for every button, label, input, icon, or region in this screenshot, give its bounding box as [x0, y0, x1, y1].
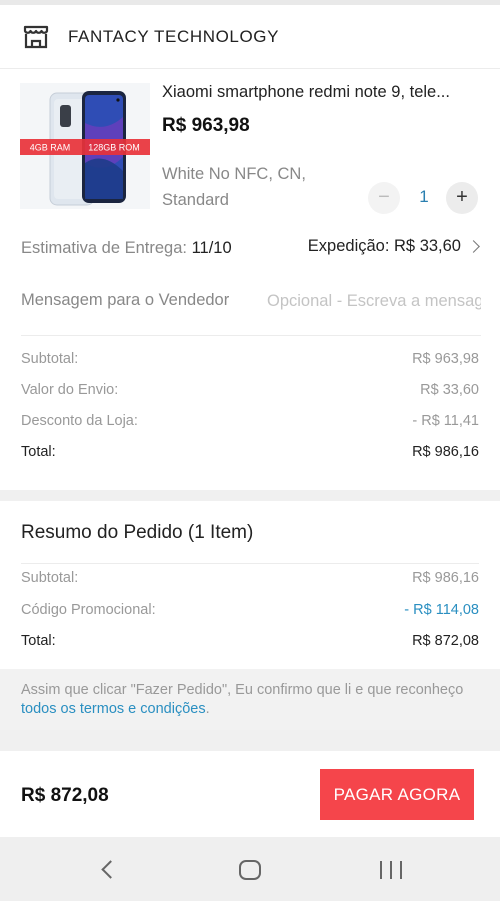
- shipping-option[interactable]: Expedição: R$ 33,60: [307, 237, 480, 256]
- order-total-row: Total: R$ 872,08: [21, 633, 479, 649]
- terms-end: .: [205, 701, 210, 717]
- order-summary-card: Resumo do Pedido (1 Item) Subtotal: R$ 9…: [0, 501, 500, 730]
- home-icon[interactable]: [239, 860, 261, 880]
- summary-value: R$ 986,16: [412, 444, 479, 460]
- store-header[interactable]: FANTACY TECHNOLOGY: [0, 5, 500, 69]
- summary-label: Total:: [21, 444, 56, 460]
- store-icon: [23, 25, 49, 49]
- store-order-card: FANTACY TECHNOLOGY 4GB RAM 128GB ROM Xia…: [0, 5, 500, 490]
- summary-label: Total:: [21, 633, 56, 649]
- store-total-row: Total: R$ 986,16: [21, 444, 479, 460]
- summary-label: Desconto da Loja:: [21, 413, 138, 429]
- summary-value: R$ 872,08: [412, 633, 479, 649]
- summary-value: R$ 986,16: [412, 570, 479, 586]
- promo-code-row[interactable]: Código Promocional: - R$ 114,08: [21, 602, 479, 618]
- summary-label: Subtotal:: [21, 570, 79, 586]
- promo-discount-value: - R$ 114,08: [404, 602, 479, 618]
- summary-value: R$ 33,60: [420, 382, 479, 398]
- product-price: R$ 963,98: [162, 115, 250, 136]
- store-shipping-row: Valor do Envio: R$ 33,60: [21, 382, 479, 398]
- product-title[interactable]: Xiaomi smartphone redmi note 9, tele...: [162, 83, 482, 102]
- badge-rom: 128GB ROM: [88, 143, 140, 153]
- store-name: FANTACY TECHNOLOGY: [68, 27, 280, 46]
- recent-apps-icon[interactable]: [380, 861, 402, 879]
- seller-message-row: Mensagem para o Vendedor: [21, 281, 481, 336]
- divider: [21, 563, 479, 564]
- shipping-label: Expedição: R$ 33,60: [307, 237, 461, 255]
- quantity-increase-button[interactable]: +: [446, 182, 478, 214]
- product-variant[interactable]: White No NFC, CN, Standard: [162, 161, 337, 213]
- summary-value: - R$ 11,41: [412, 413, 479, 429]
- quantity-decrease-button[interactable]: −: [368, 182, 400, 214]
- seller-message-label: Mensagem para o Vendedor: [21, 291, 230, 309]
- order-summary-title: Resumo do Pedido (1 Item): [21, 522, 254, 543]
- summary-value: R$ 963,98: [412, 351, 479, 367]
- quantity-value: 1: [419, 187, 429, 206]
- summary-label: Subtotal:: [21, 351, 79, 367]
- back-icon[interactable]: [101, 860, 120, 879]
- badge-ram: 4GB RAM: [30, 143, 71, 153]
- delivery-estimate: Estimativa de Entrega: 11/10: [21, 239, 232, 258]
- checkout-total: R$ 872,08: [21, 785, 109, 806]
- chevron-right-icon: [467, 240, 480, 253]
- terms-text: Assim que clicar "Fazer Pedido", Eu conf…: [21, 682, 464, 698]
- store-subtotal-row: Subtotal: R$ 963,98: [21, 351, 479, 367]
- delivery-label: Estimativa de Entrega:: [21, 239, 187, 257]
- system-navigation-bar: [0, 837, 500, 901]
- store-discount-row: Desconto da Loja: - R$ 11,41: [21, 413, 479, 429]
- seller-message-input[interactable]: [267, 287, 481, 315]
- order-subtotal-row: Subtotal: R$ 986,16: [21, 570, 479, 586]
- pay-now-button[interactable]: PAGAR AGORA: [320, 769, 474, 820]
- checkout-bar: R$ 872,08 PAGAR AGORA: [0, 751, 500, 837]
- terms-notice: Assim que clicar "Fazer Pedido", Eu conf…: [0, 669, 500, 730]
- summary-label: Código Promocional:: [21, 602, 156, 618]
- terms-link[interactable]: todos os termos e condições: [21, 701, 206, 717]
- summary-label: Valor do Envio:: [21, 382, 119, 398]
- product-image[interactable]: 4GB RAM 128GB ROM: [20, 83, 150, 209]
- delivery-date: 11/10: [191, 239, 232, 257]
